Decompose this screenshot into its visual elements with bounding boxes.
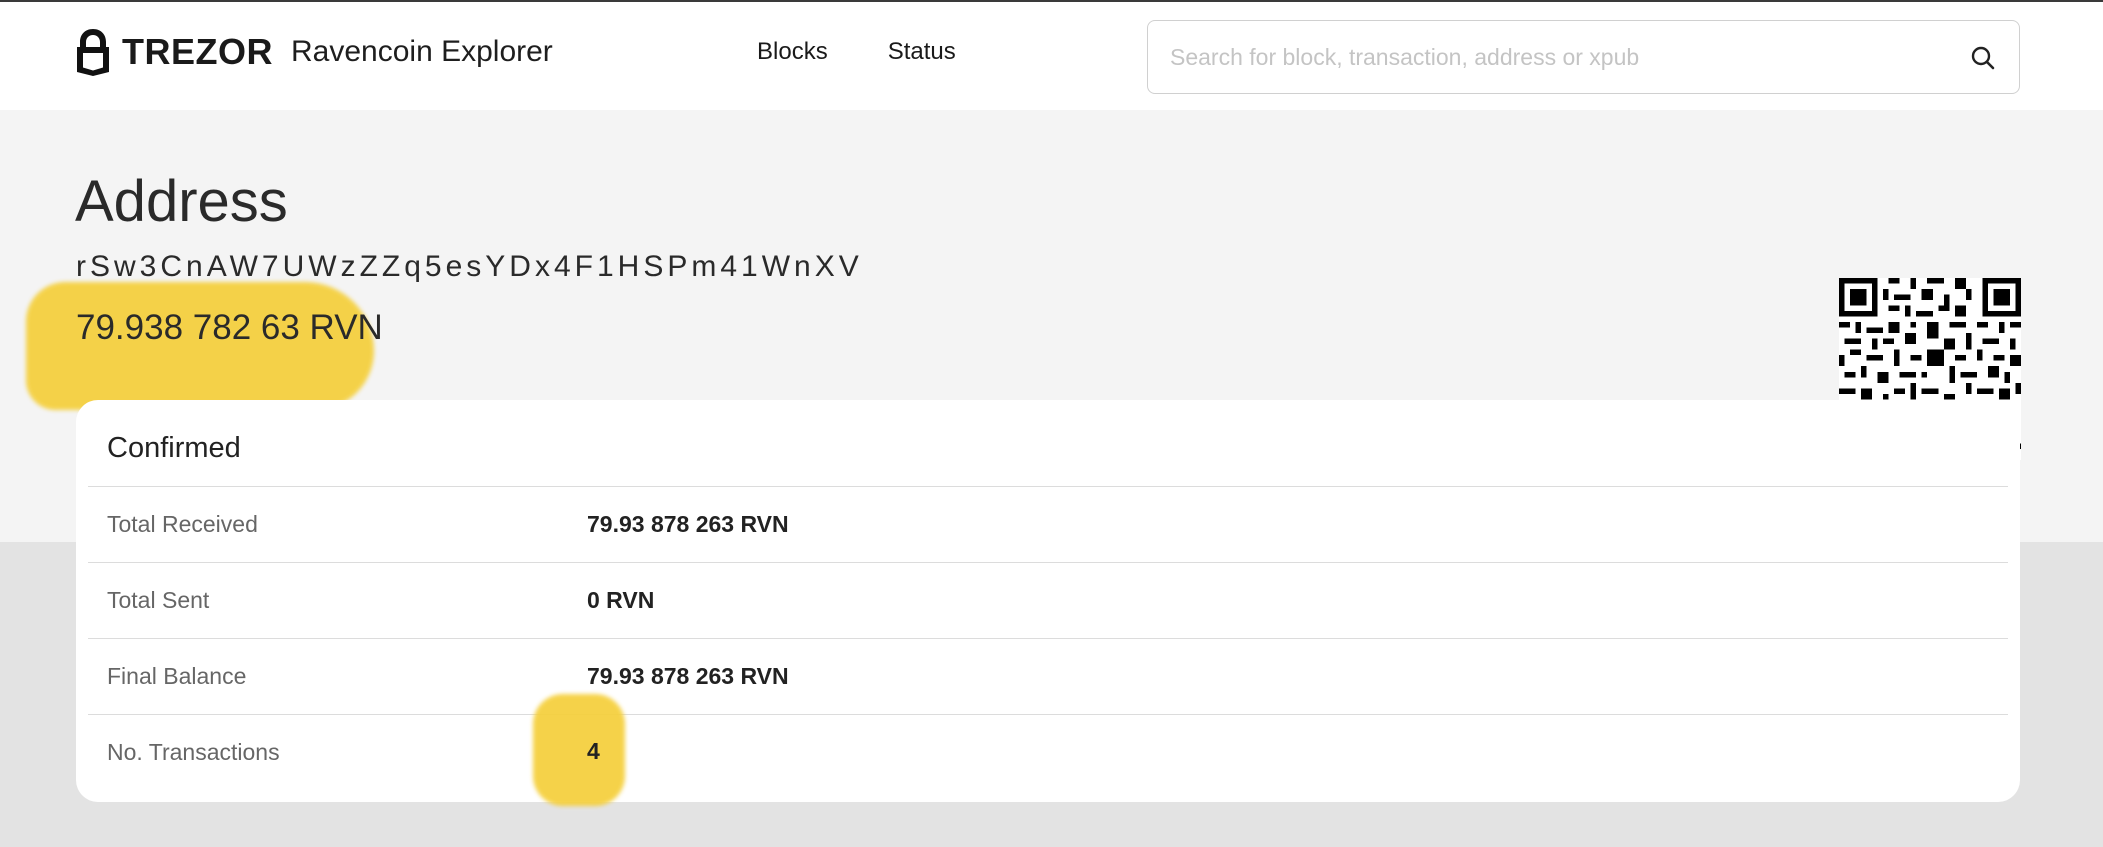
table-row: Final Balance 79.93 878 263 RVN xyxy=(88,638,2008,714)
card-title: Confirmed xyxy=(107,432,241,464)
row-label: Total Received xyxy=(107,511,258,537)
table-row: Total Received 79.93 878 263 RVN xyxy=(88,486,2008,562)
row-value: 0 RVN xyxy=(587,587,655,613)
row-label: No. Transactions xyxy=(107,739,280,765)
transactions-count-value: 4 xyxy=(587,738,600,764)
trezor-logo[interactable]: TREZOR Ravencoin Explorer xyxy=(76,26,553,78)
address-balance: 79.938 782 63 RVN xyxy=(76,308,383,347)
table-row: Total Sent 0 RVN xyxy=(88,562,2008,638)
page-title: Address xyxy=(75,169,288,234)
search-box xyxy=(1147,20,2020,94)
brand-name: TREZOR xyxy=(122,31,273,72)
row-value: 79.93 878 263 RVN xyxy=(587,511,789,537)
confirmed-summary-card: Confirmed Total Received 79.93 878 263 R… xyxy=(76,400,2020,802)
lock-icon xyxy=(77,29,109,76)
address-hash[interactable]: rSw3CnAW7UWzZZq5esYDx4F1HSPm41WnXV xyxy=(76,250,863,284)
top-navbar: TREZOR Ravencoin Explorer Blocks Status xyxy=(0,0,2103,110)
transactions-highlight-mark xyxy=(533,694,625,806)
row-value: 79.93 878 263 RVN xyxy=(587,663,789,689)
search-icon[interactable] xyxy=(1969,44,1997,72)
nav-blocks[interactable]: Blocks xyxy=(757,38,828,66)
nav-status[interactable]: Status xyxy=(888,38,956,66)
app-name: Ravencoin Explorer xyxy=(291,35,553,68)
main-nav: Blocks Status xyxy=(757,38,956,66)
search-input[interactable] xyxy=(1170,21,1930,93)
row-label: Total Sent xyxy=(107,587,210,613)
table-row: No. Transactions xyxy=(88,714,2008,790)
row-label: Final Balance xyxy=(107,663,247,689)
